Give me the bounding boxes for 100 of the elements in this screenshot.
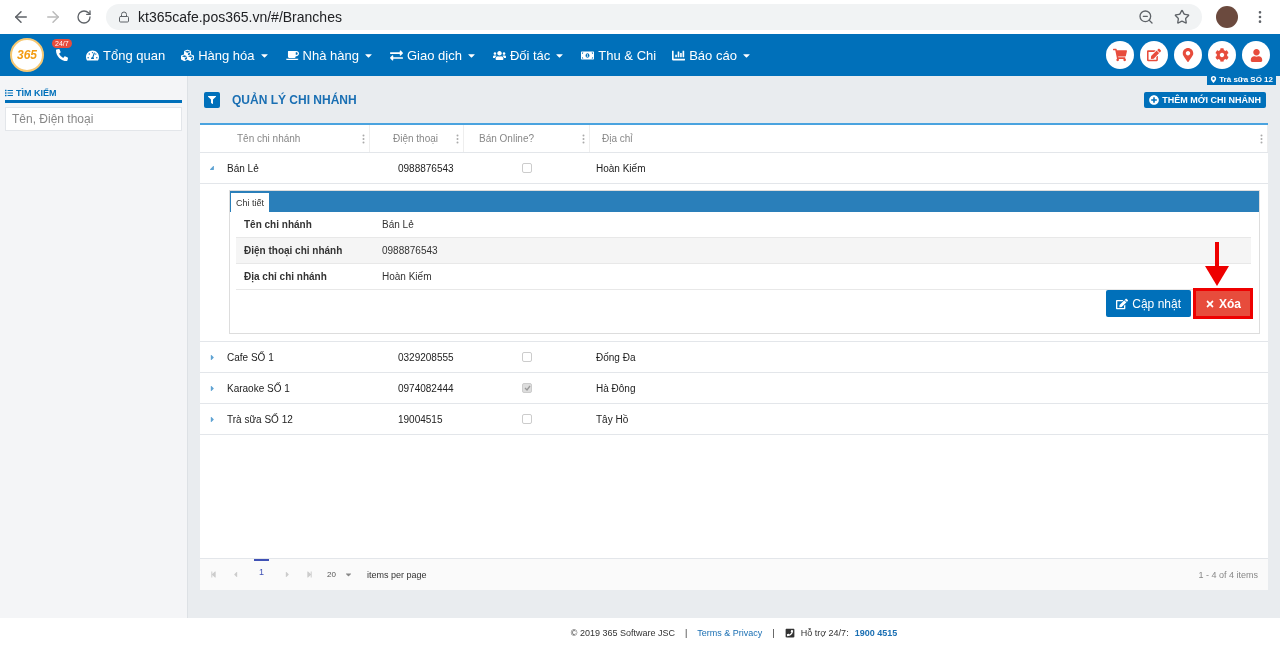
users-icon — [492, 48, 506, 62]
table-cell: Bán Lẻ — [200, 162, 370, 174]
nav-item[interactable]: Giao dịch — [381, 47, 485, 63]
filter-icon — [208, 95, 216, 104]
table-cell-text: Hà Đông — [595, 382, 637, 394]
checkbox[interactable] — [522, 163, 532, 173]
field-label: Địa chỉ chi nhánh — [244, 271, 328, 282]
lock-icon — [118, 11, 130, 23]
settings-icon — [1215, 48, 1229, 62]
last-page-icon-glyph — [306, 571, 313, 578]
column-menu-icon[interactable] — [1260, 133, 1263, 144]
separator: | — [685, 627, 688, 638]
user-button[interactable] — [1242, 41, 1270, 69]
gauge-icon — [86, 48, 99, 62]
nav-item[interactable]: Thu & Chi — [573, 47, 665, 63]
add-branch-button[interactable]: THÊM MỚI CHI NHÁNH — [1144, 91, 1266, 108]
table-cell: Karaoke SỐ 1 — [200, 382, 370, 394]
pager-summary: 1 - 4 of 4 items — [1198, 569, 1258, 580]
prev-page-icon[interactable] — [231, 570, 240, 579]
user-icon — [1249, 48, 1263, 62]
edit-button[interactable] — [1140, 41, 1168, 69]
back-icon[interactable] — [12, 8, 30, 26]
column-header[interactable]: Bán Online? — [464, 125, 590, 152]
url-text: kt365cafe.pos365.vn/#/Branches — [138, 9, 342, 25]
field-value: 0988876543 — [382, 245, 439, 256]
close-icon — [1205, 298, 1215, 309]
settings-button[interactable] — [1208, 41, 1236, 69]
edit-icon — [1116, 297, 1129, 310]
filter-button[interactable] — [204, 91, 220, 108]
checkbox[interactable] — [522, 383, 532, 393]
phone-icon[interactable] — [56, 49, 68, 61]
cubes-icon — [181, 48, 195, 62]
nav-item[interactable]: Tổng quan — [78, 47, 174, 63]
star-icon[interactable] — [1174, 9, 1190, 25]
caret-icon — [283, 570, 292, 579]
column-header[interactable]: Điện thoại — [370, 125, 464, 152]
list-icon — [5, 89, 13, 97]
terms-link[interactable]: Terms & Privacy — [697, 627, 763, 638]
caret-icon — [208, 383, 217, 393]
checkbox[interactable] — [522, 352, 532, 362]
arrows-icon — [389, 48, 403, 62]
check-icon — [523, 385, 531, 391]
support-label: Hỗ trợ 24/7: — [800, 627, 849, 638]
cart-icon — [1113, 48, 1127, 62]
zoom-out-icon[interactable] — [1138, 9, 1154, 25]
field-value: Hoàn Kiếm — [382, 271, 433, 282]
nav-item[interactable]: Báo cáo — [664, 47, 760, 63]
update-button[interactable]: Cập nhật — [1106, 290, 1191, 317]
table-cell-text: Tây Hồ — [595, 413, 630, 425]
edit-icon — [1147, 48, 1161, 62]
expand-toggle[interactable] — [208, 383, 217, 393]
caret-icon — [231, 570, 240, 579]
location-label: Trà sữa SỐ 12 — [1207, 74, 1276, 85]
sidebar-title: TÌM KIẾM — [5, 88, 182, 103]
first-page-icon[interactable] — [210, 571, 217, 578]
avatar[interactable] — [1216, 6, 1238, 28]
table-cell-text: Hoàn Kiếm — [595, 162, 647, 174]
table-cell-text: 19004515 — [397, 413, 444, 425]
location-button[interactable] — [1174, 41, 1202, 69]
field-value: Bán Lẻ — [382, 219, 415, 230]
forward-icon[interactable] — [44, 8, 62, 26]
support-phone: 1900 4515 — [854, 627, 898, 638]
caret-icon — [343, 570, 353, 579]
nav-item[interactable]: Đối tác — [484, 47, 574, 63]
expand-toggle[interactable] — [208, 414, 217, 424]
reload-icon[interactable] — [76, 9, 92, 25]
delete-button[interactable]: Xóa — [1193, 288, 1253, 319]
arrow-icon — [1205, 242, 1229, 286]
column-header[interactable]: Địa chỉ — [590, 125, 1268, 152]
expand-toggle[interactable] — [208, 163, 217, 173]
next-page-icon[interactable] — [283, 570, 292, 579]
nav-item[interactable]: Hàng hóa — [173, 47, 278, 63]
table-cell: Trà sữa SỐ 12 — [200, 413, 370, 425]
caret-icon — [208, 414, 217, 424]
column-menu-icon[interactable] — [582, 133, 585, 144]
page-number[interactable]: 1 — [254, 559, 269, 577]
table-cell-text: Đống Đa — [595, 351, 637, 363]
cart-button[interactable] — [1106, 41, 1134, 69]
column-menu-icon[interactable] — [456, 133, 459, 144]
table-cell-text: 0988876543 — [397, 162, 455, 174]
field-label: Điện thoại chi nhánh — [244, 245, 344, 256]
field-label: Tên chi nhánh — [244, 219, 313, 230]
first-page-icon-glyph — [210, 571, 217, 578]
expand-toggle[interactable] — [208, 352, 217, 362]
page-size-select[interactable]: 20 — [327, 570, 353, 579]
table-cell: Cafe SỐ 1 — [200, 351, 370, 363]
address-bar[interactable]: kt365cafe.pos365.vn/#/Branches — [106, 4, 1202, 30]
last-page-icon[interactable] — [306, 571, 313, 578]
column-header[interactable]: Tên chi nhánh — [200, 125, 370, 152]
checkbox[interactable] — [522, 414, 532, 424]
table-cell-text: 0329208555 — [397, 351, 455, 363]
map-pin-icon — [1181, 48, 1195, 62]
search-field[interactable]: Tên, Điện thoại — [5, 107, 182, 131]
page-title: QUẢN LÝ CHI NHÁNH — [232, 92, 357, 107]
map-pin-icon — [1210, 76, 1218, 83]
phone-icon — [784, 627, 795, 638]
nav-item[interactable]: Nhà hàng — [277, 47, 382, 63]
tab[interactable]: Chi tiết — [231, 193, 269, 212]
column-menu-icon[interactable] — [362, 133, 365, 144]
bar-chart-icon — [672, 48, 686, 62]
